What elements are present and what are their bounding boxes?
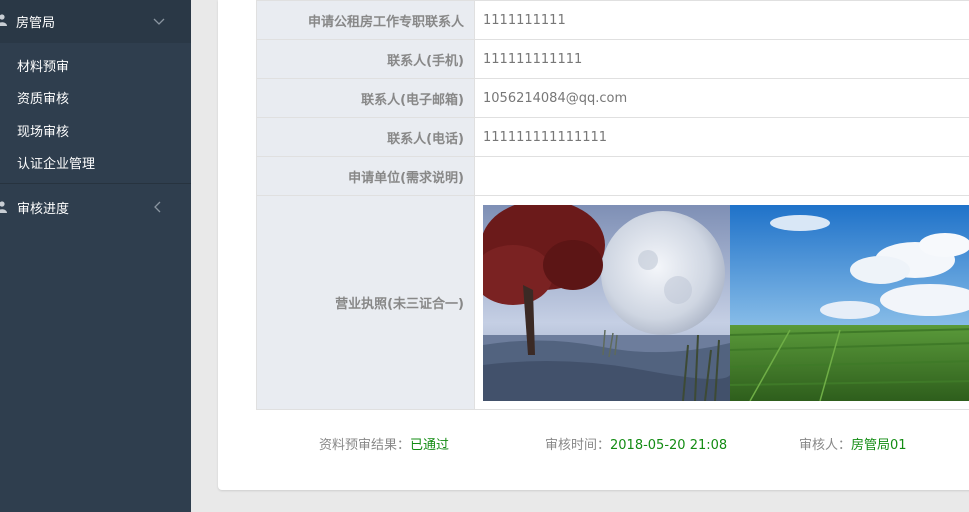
sidebar-item-certified-enterprises[interactable]: 认证企业管理 (0, 147, 191, 180)
review-time-label: 审核时间： (545, 438, 611, 453)
row-value: 1111111111 (474, 0, 969, 40)
reviewer: 审核人：房管局01 (799, 434, 907, 453)
row-label: 联系人(手机) (256, 39, 475, 79)
row-label: 申请公租房工作专职联系人 (256, 0, 475, 40)
table-row: 联系人(手机) 111111111111 (256, 39, 969, 79)
precheck-result-value: 已通过 (410, 438, 450, 453)
submenu: 材料预审 资质审核 现场审核 认证企业管理 (0, 43, 191, 179)
table-row: 申请公租房工作专职联系人 1111111111 (256, 0, 969, 40)
menu-house-bureau-label: 房管局 (16, 16, 56, 31)
reviewer-label: 审核人： (799, 438, 852, 453)
review-time: 审核时间：2018-05-20 21:08 (545, 434, 727, 453)
sidebar-item-onsite-review[interactable]: 现场审核 (0, 114, 191, 147)
license-images (474, 195, 969, 410)
user-icon (0, 201, 7, 213)
sidebar-item-material-precheck[interactable]: 材料预审 (0, 49, 191, 82)
menu-house-bureau[interactable]: 房管局 (0, 0, 191, 43)
precheck-result-label: 资料预审结果： (319, 438, 411, 453)
row-label: 申请单位(需求说明) (256, 156, 475, 196)
menu-review-progress-label: 审核进度 (17, 201, 70, 217)
sidebar-item-label: 认证企业管理 (17, 157, 96, 173)
license-image-2[interactable] (730, 204, 969, 401)
license-label: 营业执照(未三证合一) (256, 195, 475, 410)
sidebar: 房管局 材料预审 资质审核 现场审核 认证企业管理 审核进度 (0, 0, 191, 512)
row-value (474, 156, 969, 196)
sidebar-item-qualification-review[interactable]: 资质审核 (0, 82, 191, 115)
row-label: 联系人(电话) (256, 117, 475, 157)
detail-panel: 申请公租房工作专职联系人 1111111111 联系人(手机) 11111111… (218, 0, 969, 490)
sidebar-item-label: 材料预审 (17, 59, 70, 75)
license-image-strip (483, 204, 969, 401)
user-icon (0, 14, 7, 26)
row-value: 1056214084@qq.com (474, 78, 969, 118)
table-row: 联系人(电子邮箱) 1056214084@qq.com (256, 78, 969, 118)
row-value: 111111111111 (474, 39, 969, 79)
sidebar-item-label: 现场审核 (17, 124, 70, 140)
menu-review-progress[interactable]: 审核进度 (0, 184, 191, 230)
table-row: 联系人(电话) 111111111111111 (256, 117, 969, 157)
applicant-info-table: 申请公租房工作专职联系人 1111111111 联系人(手机) 11111111… (256, 0, 969, 410)
chevron-down-icon (153, 18, 165, 25)
chevron-left-icon (154, 201, 161, 213)
review-time-value: 2018-05-20 21:08 (610, 438, 728, 453)
precheck-result: 资料预审结果：已通过 (319, 434, 449, 453)
row-label: 联系人(电子邮箱) (256, 78, 475, 118)
table-row: 申请单位(需求说明) (256, 156, 969, 196)
reviewer-value: 房管局01 (851, 438, 907, 453)
review-result-bar: 资料预审结果：已通过 审核时间：2018-05-20 21:08 审核人：房管局… (218, 434, 969, 453)
table-row-license: 营业执照(未三证合一) (256, 195, 969, 410)
sidebar-item-label: 资质审核 (17, 92, 70, 108)
row-value: 111111111111111 (474, 117, 969, 157)
license-image-1[interactable] (483, 204, 730, 401)
